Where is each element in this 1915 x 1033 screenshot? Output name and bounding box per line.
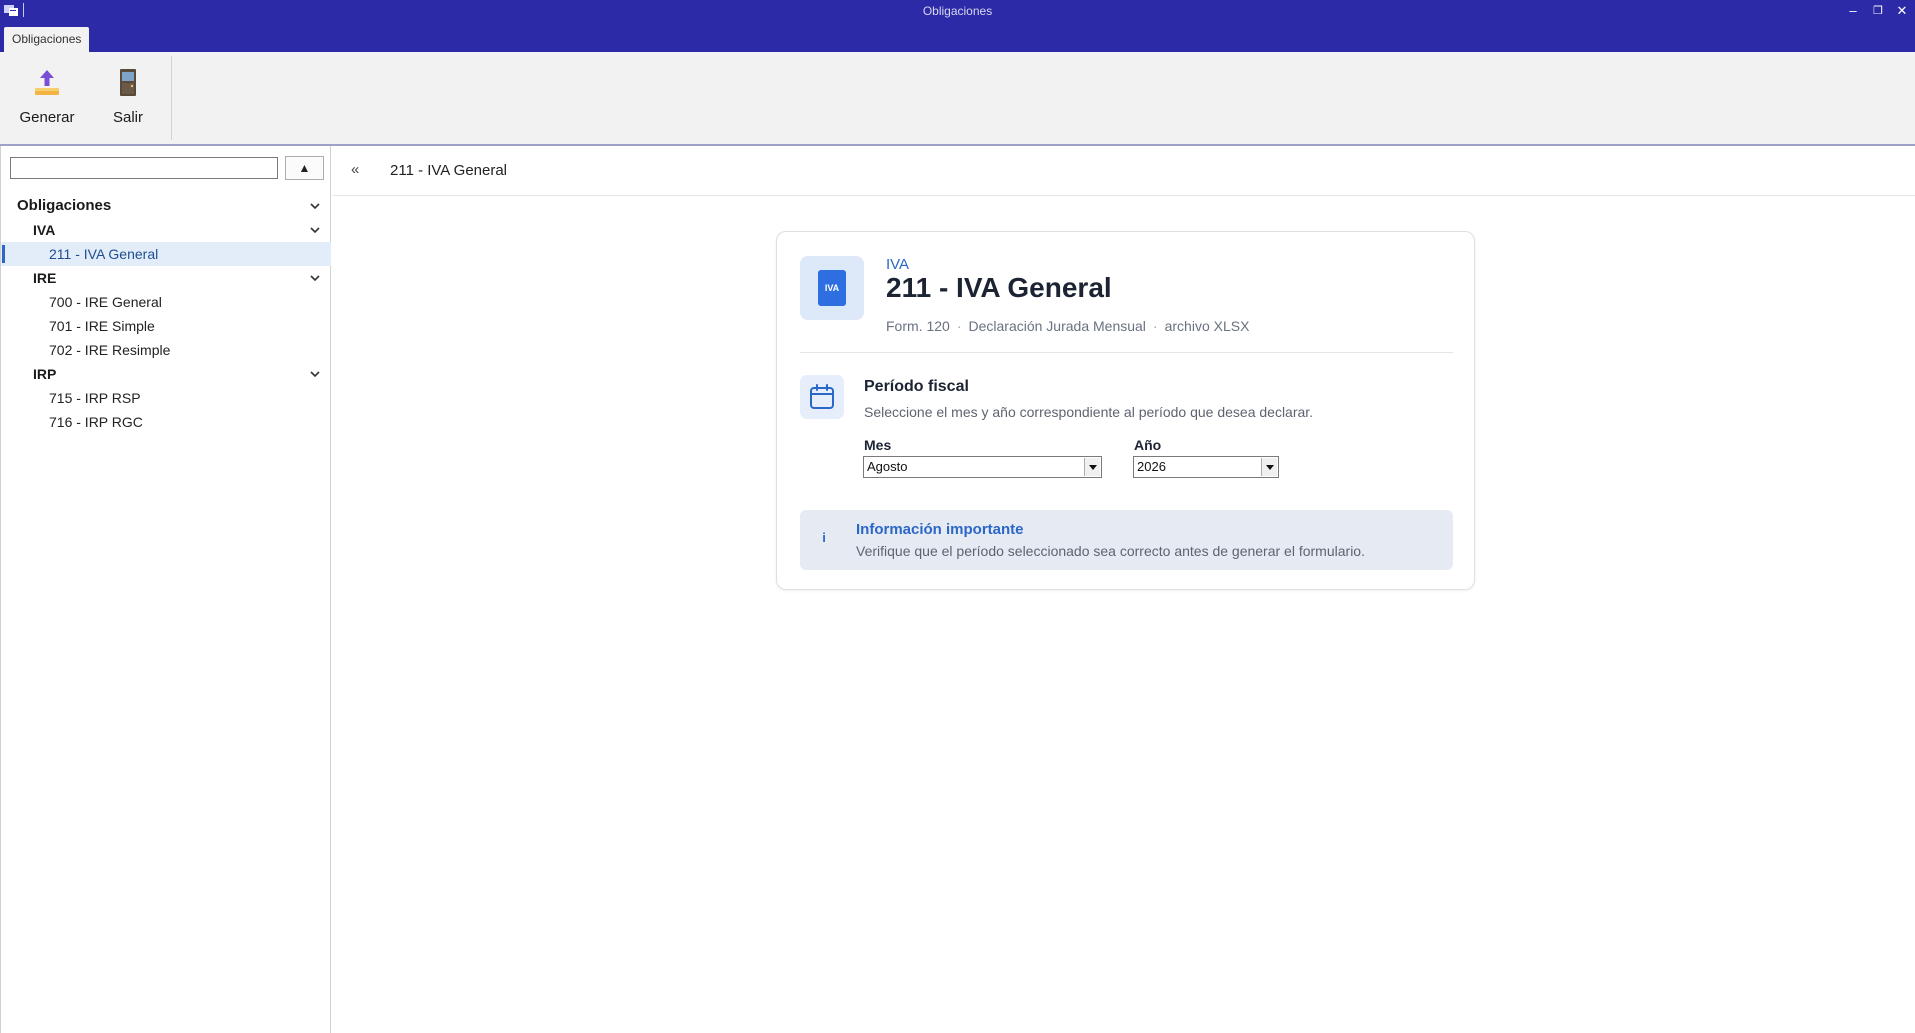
tree-item-716-irp-rgc[interactable]: 716 - IRP RGC bbox=[1, 410, 331, 434]
card-meta: Form. 120 · Declaración Jurada Mensual · arc… bbox=[886, 318, 1249, 334]
tree-node-obligaciones[interactable]: Obligaciones bbox=[1, 194, 331, 218]
back-button[interactable]: « bbox=[351, 161, 359, 178]
dropdown-arrow-icon[interactable] bbox=[1084, 458, 1100, 476]
tree-item-label: 701 - IRE Simple bbox=[49, 318, 155, 334]
upload-icon bbox=[35, 70, 59, 95]
mes-select[interactable]: Agosto bbox=[863, 456, 1102, 478]
calendar-badge bbox=[800, 375, 844, 419]
tree-node-label: IVA bbox=[33, 222, 56, 238]
main-panel: « 211 - IVA General IVA IVA 211 - IVA Ge… bbox=[332, 146, 1915, 1033]
salir-button[interactable]: Salir bbox=[106, 66, 150, 136]
tree-item-701-ire-simple[interactable]: 701 - IRE Simple bbox=[1, 314, 331, 338]
info-box: i Información importante Verifique que e… bbox=[800, 510, 1453, 570]
salir-label: Salir bbox=[112, 109, 143, 126]
generar-label: Generar bbox=[19, 109, 75, 126]
collapse-up-button[interactable]: ▲ bbox=[285, 156, 324, 180]
tree-node-label: IRE bbox=[33, 270, 57, 286]
iva-document-icon: IVA bbox=[818, 270, 846, 306]
info-title: Información importante bbox=[856, 521, 1024, 538]
exit-door-icon bbox=[120, 69, 136, 96]
title-bar: Obligaciones – ❐ ✕ bbox=[0, 0, 1915, 22]
info-icon: i bbox=[822, 530, 826, 545]
breadcrumb: 211 - IVA General bbox=[390, 162, 508, 179]
tree-item-700-ire-general[interactable]: 700 - IRE General bbox=[1, 290, 331, 314]
tree-node-ire[interactable]: IRE bbox=[1, 266, 331, 290]
sidebar: ▲ Obligaciones IVA 211 - IVA General IRE… bbox=[0, 146, 331, 1033]
meta-separator: · bbox=[1152, 318, 1158, 334]
ribbon: Generar Salir bbox=[0, 52, 1915, 146]
form-badge: IVA bbox=[800, 256, 864, 320]
tree-item-211-iva-general[interactable]: 211 - IVA General bbox=[1, 242, 331, 266]
ribbon-tab-row: Obligaciones bbox=[0, 22, 1915, 52]
card-category: IVA bbox=[886, 256, 910, 273]
tree-item-label: 700 - IRE General bbox=[49, 294, 162, 310]
calendar-icon bbox=[810, 384, 834, 409]
info-text: Verifique que el período seleccionado se… bbox=[856, 543, 1365, 559]
meta-form: Form. 120 bbox=[886, 318, 950, 334]
tree-node-iva[interactable]: IVA bbox=[1, 218, 331, 242]
anio-label: Año bbox=[1134, 437, 1162, 453]
mes-label: Mes bbox=[864, 437, 892, 453]
tree-item-label: 716 - IRP RGC bbox=[49, 414, 143, 430]
period-title: Período fiscal bbox=[864, 378, 969, 395]
close-button[interactable]: ✕ bbox=[1888, 0, 1915, 22]
card-divider bbox=[800, 352, 1453, 353]
tree-item-label: 715 - IRP RSP bbox=[49, 390, 141, 406]
chevron-down-icon[interactable] bbox=[307, 194, 323, 218]
tree-node-label: Obligaciones bbox=[17, 197, 112, 214]
mes-value: Agosto bbox=[867, 459, 908, 474]
tab-obligaciones[interactable]: Obligaciones bbox=[4, 27, 90, 52]
meta-separator: · bbox=[956, 318, 962, 334]
dropdown-arrow-icon[interactable] bbox=[1261, 458, 1277, 476]
tree-item-715-irp-rsp[interactable]: 715 - IRP RSP bbox=[1, 386, 331, 410]
chevron-down-icon[interactable] bbox=[307, 266, 323, 290]
minimize-button[interactable]: – bbox=[1839, 0, 1867, 22]
chevron-down-icon[interactable] bbox=[307, 218, 323, 242]
search-input[interactable] bbox=[10, 157, 278, 179]
chevron-down-icon[interactable] bbox=[307, 362, 323, 386]
breadcrumb-bar: « 211 - IVA General bbox=[332, 146, 1915, 196]
ribbon-divider bbox=[171, 56, 172, 140]
meta-format: archivo XLSX bbox=[1164, 318, 1250, 334]
meta-type: Declaración Jurada Mensual bbox=[968, 318, 1146, 334]
generar-button[interactable]: Generar bbox=[16, 66, 78, 136]
form-card: IVA IVA 211 - IVA General Form. 120 · Decl… bbox=[776, 231, 1475, 590]
anio-select[interactable]: 2026 bbox=[1133, 456, 1279, 478]
anio-value: 2026 bbox=[1137, 459, 1166, 474]
tree-item-label: 211 - IVA General bbox=[49, 246, 159, 262]
obligaciones-tree: Obligaciones IVA 211 - IVA General IRE 7… bbox=[1, 194, 331, 434]
period-description: Seleccione el mes y año correspondiente … bbox=[864, 404, 1314, 420]
tree-node-irp[interactable]: IRP bbox=[1, 362, 331, 386]
tree-item-label: 702 - IRE Resimple bbox=[49, 342, 171, 358]
card-title: 211 - IVA General bbox=[886, 272, 1112, 303]
tree-node-label: IRP bbox=[33, 366, 57, 382]
window-title: Obligaciones bbox=[922, 4, 993, 18]
tree-item-702-ire-resimple[interactable]: 702 - IRE Resimple bbox=[1, 338, 331, 362]
